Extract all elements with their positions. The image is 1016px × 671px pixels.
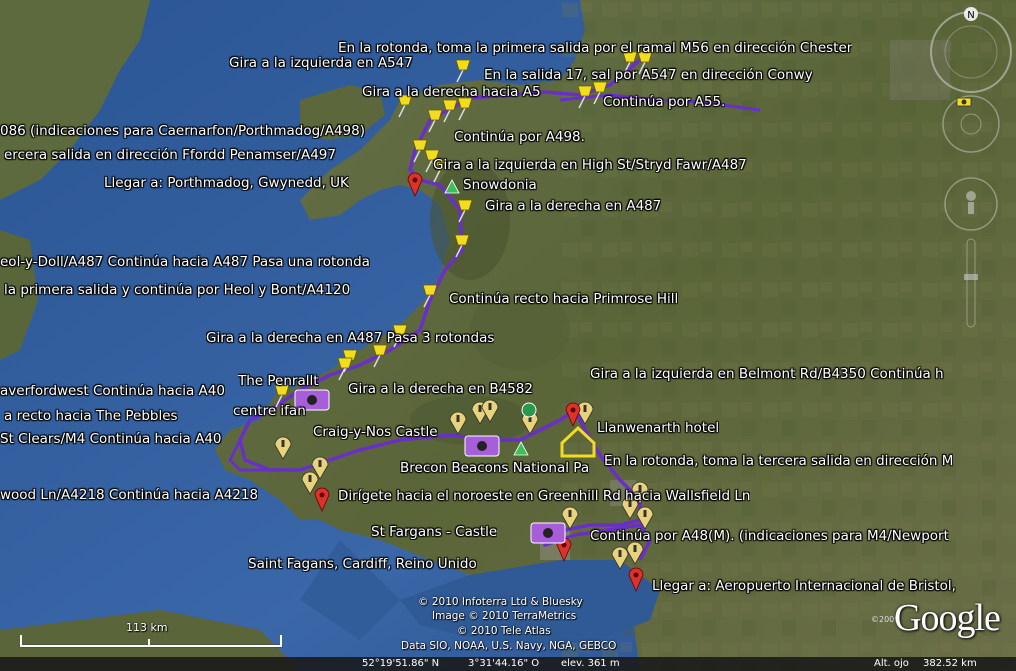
tip-marker-icon[interactable] [274, 436, 292, 460]
map-label: Dirígete hacia el noroeste en Greenhill … [338, 488, 751, 504]
pushpins[interactable] [274, 51, 653, 408]
pushpin-icon[interactable] [427, 109, 443, 133]
pushpin-icon[interactable] [455, 59, 471, 83]
pushpin-icon[interactable] [442, 99, 458, 123]
start-placemark-icon[interactable] [521, 402, 537, 418]
eye-altitude-label: Alt. ojo [874, 658, 909, 669]
map-label: Continúa por A48(M). (indicaciones para … [590, 528, 949, 544]
map-label: Snowdonia [463, 177, 537, 193]
map-label: St Fargans - Castle [371, 524, 498, 540]
scale-label: 113 km [126, 621, 168, 634]
map-label: The Penrallt [238, 373, 319, 389]
map-label: En la rotonda, toma la primera salida po… [338, 40, 853, 56]
camera-icon[interactable] [956, 95, 972, 107]
pushpin-icon[interactable] [337, 357, 353, 381]
scale-bar: 113 km [20, 621, 282, 647]
map-label: En la salida 17, sal por A547 en direcci… [484, 67, 813, 83]
navigation-controls: N [930, 7, 1012, 328]
map-label: Gira a la derecha en A487 Pasa 3 rotonda… [206, 330, 495, 346]
map-label: Continúa por A498. [454, 129, 585, 145]
park-tree-icon[interactable] [513, 441, 529, 456]
map-label: Llegar a: Porthmadog, Gwynedd, UK [104, 175, 349, 191]
map-label: Gira a la derecha hacia A5 [362, 84, 541, 100]
tip-marker-icon[interactable] [626, 541, 644, 565]
status-bar: 52°19'51.86" N 3°31'44.16" O elev. 361 m… [0, 657, 1016, 671]
hotel-icon[interactable] [560, 425, 596, 458]
tip-marker-icon[interactable] [636, 506, 654, 530]
zoom-slider[interactable] [964, 238, 978, 328]
camera-placemark-icon[interactable] [530, 522, 566, 544]
copyright-1: © 2010 Infoterra Ltd & Bluesky [418, 596, 583, 608]
map-label: Craig-y-Nos Castle [313, 424, 438, 440]
pushpin-icon[interactable] [422, 284, 438, 308]
pushpin-icon[interactable] [457, 199, 473, 223]
pushpin-icon[interactable] [577, 85, 593, 109]
pushpin-icon[interactable] [454, 234, 470, 258]
map-label: En la rotonda, toma la tercera salida en… [604, 453, 954, 469]
red-placemark-icon[interactable] [565, 402, 581, 427]
map-label: Gira a la derecha en B4582 [348, 381, 533, 397]
map-label: Gira a la izquierda en Belmont Rd/B4350 … [590, 366, 944, 382]
red-placemark-icon[interactable] [407, 172, 423, 197]
eye-altitude-readout: 382.52 km [923, 658, 977, 669]
map-label: Llegar a: Aeropuerto Internacional de Br… [652, 578, 956, 594]
pushpin-icon[interactable] [457, 97, 473, 121]
elevation-readout: elev. 361 m [561, 658, 620, 669]
map-view[interactable]: En la rotonda, toma la primera salida po… [0, 0, 1016, 671]
tip-marker-icon[interactable] [449, 411, 467, 435]
map-label: a recto hacia The Pebbles [4, 408, 178, 424]
marker-layer [274, 51, 654, 592]
red-placemark-icon[interactable] [314, 487, 330, 512]
google-logo: Google [894, 597, 1001, 639]
copyright-3: © 2010 Tele Atlas [457, 625, 551, 637]
street-view-icon[interactable] [944, 177, 998, 231]
map-label: eol-y-Doll/A487 Continúa hacia A487 Pasa… [0, 254, 370, 270]
map-label: St Clears/M4 Continúa hacia A40 [0, 431, 222, 447]
map-label: wood Ln/A4218 Continúa hacia A4218 [0, 487, 259, 503]
map-label: Gira a la izquierda en High St/Stryd Faw… [433, 157, 747, 173]
camera-placemark-icon[interactable] [464, 435, 500, 457]
copyright-2: Image © 2010 TerraMetrics [432, 610, 577, 622]
map-label: Continúa recto hacia Primrose Hill [449, 291, 679, 307]
map-label: Gira a la derecha en A487 [485, 198, 662, 214]
map-label: la primera salida y continúa por Heol y … [4, 282, 351, 298]
map-label: Brecon Beacons National Pa [400, 460, 590, 476]
compass-ring[interactable] [930, 11, 1012, 93]
map-label: 086 (indicaciones para Caernarfon/Porthm… [0, 123, 365, 139]
map-label: Gira a la izquierda en A547 [229, 55, 413, 71]
tip-marker-icon[interactable] [301, 471, 319, 495]
map-label: Continúa por A55. [603, 94, 726, 110]
map-label: Llanwenarth hotel [597, 420, 720, 436]
copyright-4: Data SIO, NOAA, U.S. Navy, NGA, GEBCO [401, 640, 617, 652]
map-label: ercera salida en dirección Ffordd Penams… [4, 147, 336, 163]
tip-marker-icon[interactable] [576, 401, 594, 425]
latitude-readout: 52°19'51.86" N [362, 658, 440, 669]
park-tree-icon[interactable] [444, 179, 460, 194]
pushpin-icon[interactable] [372, 344, 388, 368]
map-label: centre ifan [233, 403, 306, 419]
red-placemark-icon[interactable] [628, 567, 644, 592]
map-label: averfordwest Continúa hacia A40 [0, 383, 225, 399]
tip-marker-icon[interactable] [481, 399, 499, 423]
north-label: N [967, 10, 974, 21]
map-label: Saint Fagans, Cardiff, Reino Unido [248, 556, 477, 572]
tip-marker-icon[interactable] [611, 546, 629, 570]
longitude-readout: 3°31'44.16" O [468, 658, 540, 669]
